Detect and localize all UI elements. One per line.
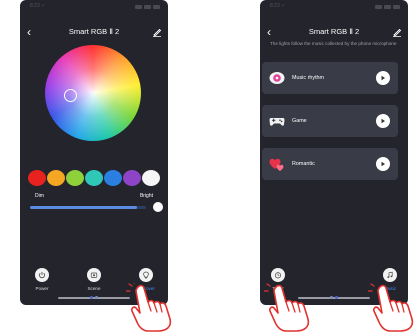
page-title: Smart RGB Ⅱ 2 bbox=[68, 27, 120, 36]
play-icon bbox=[381, 75, 385, 81]
music-description: The lights follow the music collected by… bbox=[270, 41, 397, 46]
status-icons bbox=[135, 3, 160, 11]
color-swatches bbox=[28, 170, 160, 186]
mode-card-romantic[interactable]: Romantic bbox=[262, 148, 398, 180]
mode-label: Game bbox=[292, 118, 307, 124]
play-button-romantic[interactable] bbox=[376, 157, 390, 171]
nav-bar: ‹ Smart RGB Ⅱ 2 bbox=[20, 24, 168, 40]
mode-card-music-rhythm[interactable]: Music rhythm bbox=[262, 62, 398, 94]
timer-icon bbox=[271, 268, 285, 282]
status-time: 8:23 ✓ bbox=[270, 3, 286, 9]
mode-card-game[interactable]: Game bbox=[262, 105, 398, 137]
edit-icon[interactable] bbox=[152, 27, 162, 37]
pointing-hand-icon bbox=[368, 283, 414, 332]
color-swatch-7[interactable] bbox=[142, 170, 160, 186]
pointing-hand-icon bbox=[126, 283, 172, 332]
play-icon bbox=[381, 118, 385, 124]
pointing-hand-icon bbox=[264, 283, 310, 332]
brightness-slider-fill bbox=[30, 206, 137, 209]
scene-icon bbox=[87, 268, 101, 282]
brightness-slider[interactable] bbox=[30, 206, 146, 209]
nav-label-scene: Scene bbox=[87, 286, 101, 291]
color-swatch-6[interactable] bbox=[123, 170, 141, 186]
discover-icon bbox=[139, 268, 153, 282]
status-bar: 8:23 ✓ bbox=[270, 3, 400, 11]
brightness-slider-thumb[interactable] bbox=[153, 202, 163, 212]
game-controller-icon bbox=[269, 118, 285, 126]
bright-label: Bright bbox=[139, 193, 153, 199]
power-icon bbox=[35, 268, 49, 282]
mode-label: Romantic bbox=[292, 161, 315, 167]
color-swatch-4[interactable] bbox=[85, 170, 103, 186]
brightness-labels: Dim Bright bbox=[35, 193, 153, 201]
status-time: 8:23 ✓ bbox=[30, 3, 46, 9]
color-swatch-1[interactable] bbox=[28, 170, 46, 186]
music-mode-screen: 8:23 ✓ ‹ Smart RGB Ⅱ 2 The lights follow… bbox=[260, 0, 408, 305]
edit-icon[interactable] bbox=[392, 27, 402, 37]
music-note-icon bbox=[383, 268, 397, 282]
color-swatch-5[interactable] bbox=[104, 170, 122, 186]
romantic-hearts-icon bbox=[269, 158, 284, 171]
status-bar: 8:23 ✓ bbox=[30, 3, 160, 11]
color-picker-handle[interactable] bbox=[64, 89, 77, 102]
color-swatch-2[interactable] bbox=[47, 170, 65, 186]
mode-label: Music rhythm bbox=[292, 75, 325, 81]
page-dots bbox=[90, 296, 100, 300]
status-icons bbox=[375, 3, 400, 11]
color-swatch-3[interactable] bbox=[66, 170, 84, 186]
color-control-screen: 8:23 ✓ ‹ Smart RGB Ⅱ 2 Dim Bright Power bbox=[20, 0, 168, 305]
play-button-music-rhythm[interactable] bbox=[376, 71, 390, 85]
play-icon bbox=[381, 161, 385, 167]
color-wheel[interactable] bbox=[45, 45, 141, 141]
nav-item-power[interactable]: Power bbox=[27, 268, 57, 291]
page-dots bbox=[330, 296, 340, 300]
page-title: Smart RGB Ⅱ 2 bbox=[308, 27, 360, 36]
play-button-game[interactable] bbox=[376, 114, 390, 128]
nav-label-power: Power bbox=[35, 286, 49, 291]
dim-label: Dim bbox=[35, 193, 44, 199]
nav-bar: ‹ Smart RGB Ⅱ 2 bbox=[260, 24, 408, 40]
music-rhythm-icon bbox=[269, 72, 285, 84]
nav-item-scene[interactable]: Scene bbox=[79, 268, 109, 291]
